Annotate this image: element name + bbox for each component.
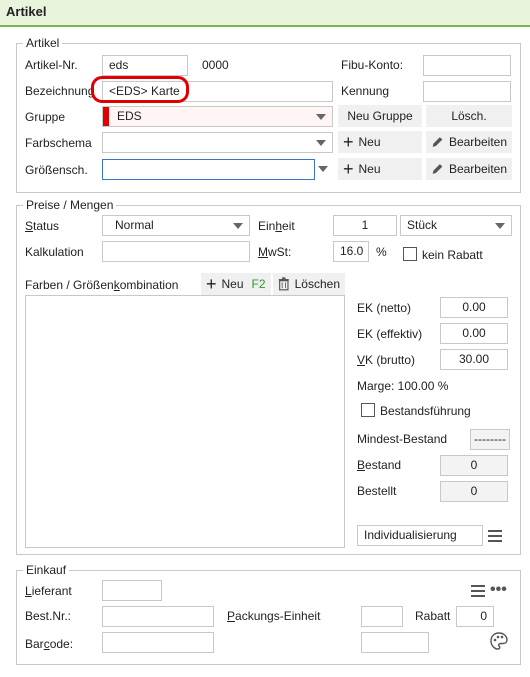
vk-label: VK (brutto) [357, 353, 416, 367]
bearbeiten-label: Bearbeiten [448, 135, 507, 149]
groessensch-select[interactable] [102, 159, 315, 180]
plus-icon: + [343, 159, 354, 179]
kennung-label: Kennung [341, 84, 390, 98]
lieferant-label: Lieferant [25, 584, 72, 598]
farben-loeschen-button[interactable]: Löschen [273, 273, 345, 295]
gruppe-color-bar [103, 107, 109, 126]
farben-neu-button[interactable]: + Neu F2 [201, 273, 271, 295]
mindest-bestand-label: Mindest-Bestand [357, 432, 448, 446]
groessensch-bearbeiten-button[interactable]: Bearbeiten [426, 158, 512, 180]
menu-icon[interactable] [471, 585, 485, 597]
mindest-bestand-input[interactable]: -------- [470, 429, 510, 450]
window-title: Artikel [6, 4, 47, 19]
bestellt-label: Bestellt [357, 484, 397, 498]
extra-input[interactable] [361, 632, 429, 653]
artikel-nr-input[interactable]: eds [102, 55, 188, 76]
menu-icon-middle [488, 535, 502, 537]
packungs-einheit-label: Packungs-Einheit [227, 609, 321, 623]
mwst-input[interactable]: 16.0 [333, 241, 369, 262]
kalkulation-input[interactable] [102, 241, 250, 262]
palette-icon[interactable] [490, 632, 508, 650]
mwst-label: MwSt: [258, 245, 292, 259]
neu-label: Neu [358, 162, 381, 176]
bezeichnung-label: Bezeichnung [25, 84, 95, 98]
lieferant-input[interactable] [102, 580, 162, 601]
artikel-nr-code: 0000 [202, 58, 229, 72]
einkauf-legend: Einkauf [23, 563, 70, 577]
loeschen-label: Löschen [294, 277, 340, 291]
farbschema-label: Farbschema [25, 136, 92, 150]
bestellt-value: 0 [440, 481, 508, 502]
bestand-label: Bestand [357, 458, 402, 472]
einheit-unit-select[interactable]: Stück [400, 215, 512, 236]
packungs-einheit-input[interactable] [361, 606, 403, 627]
highlight-ellipse [91, 76, 189, 103]
groessensch-neu-button[interactable]: + Neu [338, 158, 422, 180]
more-icon[interactable]: ••• [490, 581, 507, 599]
chevron-down-icon [495, 223, 505, 229]
kein-rabatt-label: kein Rabatt [422, 248, 483, 262]
preise-legend: Preise / Mengen [23, 198, 117, 212]
neu-shortcut: F2 [251, 277, 266, 291]
trash-icon [278, 277, 289, 291]
gruppe-value: EDS [117, 109, 142, 123]
bestnr-label: Best.Nr.: [25, 609, 72, 623]
gruppe-select[interactable]: EDS [102, 106, 333, 127]
status-value: Normal [115, 218, 154, 232]
artikel-nr-label: Artikel-Nr. [25, 58, 78, 72]
farben-label: Farben / Größenkombination [25, 278, 179, 292]
window-title-bar: Artikel [0, 0, 530, 27]
ek-netto-input[interactable]: 0.00 [440, 297, 508, 318]
barcode-label: Barcode: [25, 637, 74, 651]
plus-icon: + [343, 132, 354, 152]
status-select[interactable]: Normal [102, 215, 250, 236]
neu-gruppe-button[interactable]: Neu Gruppe [338, 105, 422, 127]
kennung-input[interactable] [423, 81, 511, 102]
rabatt-label: Rabatt [415, 609, 451, 623]
chevron-down-icon [316, 140, 326, 146]
kein-rabatt-checkbox[interactable] [403, 247, 417, 261]
fibu-konto-input[interactable] [423, 55, 511, 76]
rabatt-input[interactable]: 0 [456, 606, 494, 627]
status-label: Status [25, 219, 60, 233]
kalkulation-label: Kalkulation [25, 245, 84, 259]
bestandsfuehrung-label: Bestandsführung [380, 404, 471, 418]
pencil-icon [432, 137, 443, 147]
ek-effektiv-label: EK (effektiv) [357, 327, 423, 341]
ek-netto-label: EK (netto) [357, 301, 412, 315]
bearbeiten-label: Bearbeiten [448, 162, 507, 176]
groessensch-label: Größensch. [25, 163, 88, 177]
bestand-value: 0 [440, 455, 508, 476]
einheit-qty-input[interactable]: 1 [333, 215, 397, 236]
fibu-konto-label: Fibu-Konto: [341, 58, 404, 72]
farbschema-bearbeiten-button[interactable]: Bearbeiten [426, 131, 512, 153]
farbschema-select[interactable] [102, 132, 333, 153]
menu-icon-middle [471, 590, 485, 592]
ek-effektiv-input[interactable]: 0.00 [440, 323, 508, 344]
mwst-percent: % [376, 245, 387, 259]
gruppe-label: Gruppe [25, 110, 66, 124]
neu-label: Neu [221, 277, 244, 291]
bestnr-input[interactable] [102, 606, 214, 627]
menu-icon[interactable] [488, 530, 502, 542]
individualisierung-field[interactable]: Individualisierung [357, 525, 483, 546]
einheit-unit-value: Stück [407, 218, 438, 232]
einheit-label: Einheit [258, 219, 295, 233]
chevron-down-icon [316, 114, 326, 120]
chevron-down-icon [233, 223, 243, 229]
barcode-input[interactable] [102, 632, 214, 653]
pencil-icon [432, 164, 443, 174]
kombination-list[interactable] [25, 295, 345, 548]
farbschema-neu-button[interactable]: + Neu [338, 131, 422, 153]
marge-text: Marge: 100.00 % [357, 379, 449, 393]
artikel-legend: Artikel [23, 36, 63, 50]
plus-icon: + [206, 274, 217, 294]
loesch-button[interactable]: Lösch. [426, 105, 512, 127]
chevron-down-icon[interactable] [318, 166, 328, 172]
bestandsfuehrung-checkbox[interactable] [361, 403, 375, 417]
neu-label: Neu [358, 135, 381, 149]
vk-input[interactable]: 30.00 [440, 349, 508, 370]
